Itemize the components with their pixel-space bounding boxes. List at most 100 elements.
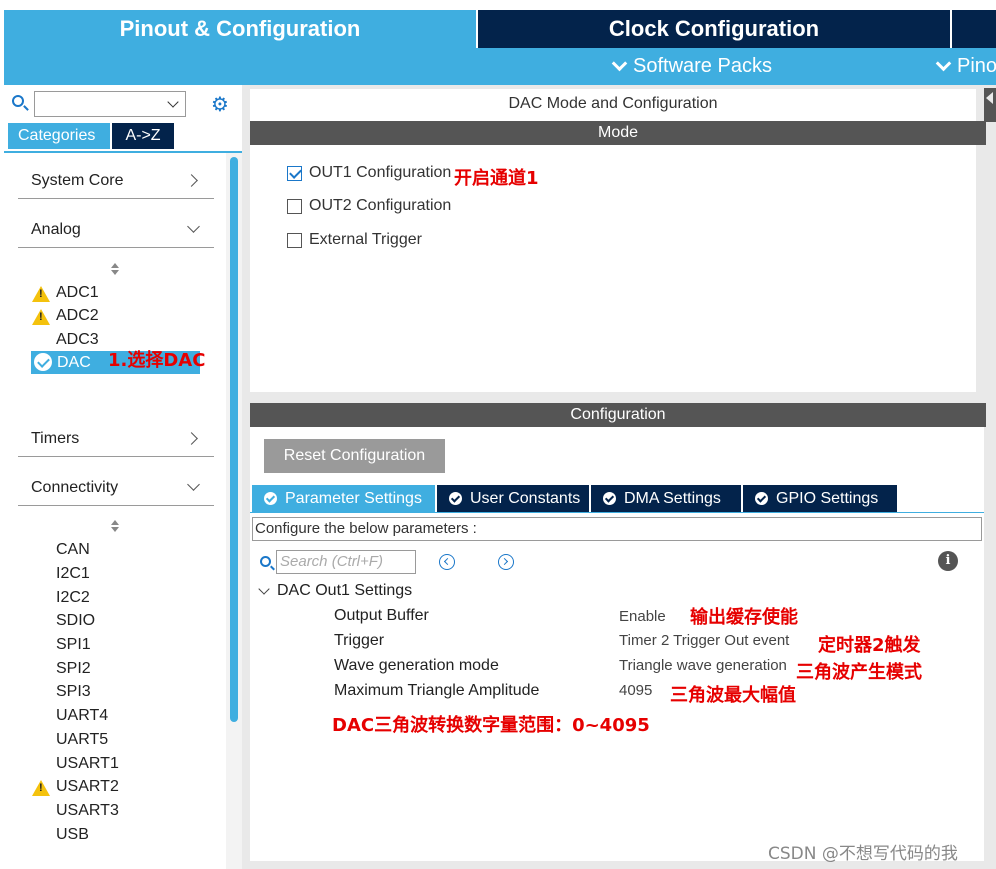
mode-panel: DAC Mode and Configuration Mode OUT1 Con… (250, 89, 986, 392)
configuration-section-header: Configuration (250, 403, 986, 427)
peripheral-adc2[interactable]: ADC2 (56, 305, 99, 327)
dac-out1-settings-group[interactable]: DAC Out1 Settings (258, 582, 412, 600)
peripheral-spi2[interactable]: SPI2 (56, 658, 91, 680)
tab-label: GPIO Settings (776, 490, 879, 507)
tab-user-constants[interactable]: User Constants (437, 485, 589, 512)
external-trigger-label: External Trigger (309, 231, 422, 248)
peripheral-adc3[interactable]: ADC3 (56, 329, 99, 351)
tab-gpio-settings[interactable]: GPIO Settings (743, 485, 897, 512)
category-timers[interactable]: Timers (18, 421, 214, 457)
mode-panel-title: DAC Mode and Configuration (508, 95, 718, 112)
tab-parameter-settings[interactable]: Parameter Settings (252, 485, 435, 512)
chevron-down-icon (258, 582, 270, 595)
parameter-tabs: Parameter Settings User Constants DMA Se… (252, 485, 897, 512)
peripheral-usart1[interactable]: USART1 (56, 753, 119, 775)
gear-icon[interactable]: ⚙ (211, 95, 231, 115)
out2-configuration-checkbox[interactable] (287, 198, 302, 214)
param-value[interactable]: 4095 (619, 682, 652, 699)
peripheral-i2c1[interactable]: I2C1 (56, 563, 90, 585)
collapse-panel-arrow-icon[interactable] (984, 88, 996, 122)
top-navigation: Pinout & Configuration Clock Configurati… (0, 0, 996, 85)
tab-pinout-configuration[interactable]: Pinout & Configuration (4, 10, 476, 48)
annotation-open-channel: 开启通道1 (454, 168, 539, 189)
software-packs-label: Software Packs (633, 55, 772, 77)
annotation-wave-mode: 三角波产生模式 (796, 662, 922, 683)
param-value[interactable]: Enable (619, 608, 666, 625)
annotation-select-dac: 1.选择DAC (108, 350, 206, 371)
tab-label: DMA Settings (624, 490, 721, 507)
tab-label: User Constants (470, 490, 581, 507)
sort-icon[interactable] (110, 520, 120, 534)
external-trigger-checkbox[interactable] (287, 232, 302, 248)
category-list: System Core Analog ADC1 ADC2 ADC3 DAC Ti… (4, 151, 242, 869)
reset-configuration-button[interactable]: Reset Configuration (264, 439, 445, 473)
main-area: DAC Mode and Configuration Mode OUT1 Con… (242, 85, 996, 869)
stm32cubemx-window: Pinout & Configuration Clock Configurati… (0, 0, 996, 869)
search-icon (260, 556, 271, 567)
pinout-menu[interactable]: Pino (935, 55, 996, 78)
peripheral-usart2[interactable]: USART2 (56, 776, 119, 798)
previous-match-icon[interactable] (439, 554, 455, 570)
param-value[interactable]: Triangle wave generation (619, 657, 787, 674)
warning-icon (32, 286, 50, 302)
peripheral-spi3[interactable]: SPI3 (56, 681, 91, 703)
category-tabs: Categories A->Z (8, 123, 174, 149)
software-packs-menu[interactable]: Software Packs (611, 55, 772, 78)
peripheral-spi1[interactable]: SPI1 (56, 634, 91, 656)
param-name: Trigger (334, 632, 385, 649)
category-label: System Core (31, 172, 124, 189)
peripheral-sdio[interactable]: SDIO (56, 610, 95, 632)
peripheral-adc1[interactable]: ADC1 (56, 282, 99, 304)
category-search-combo[interactable] (34, 91, 186, 117)
tab-overflow[interactable] (952, 10, 996, 48)
peripheral-uart5[interactable]: UART5 (56, 729, 108, 751)
param-maximum-triangle-amplitude[interactable]: Maximum Triangle Amplitude 4095 (334, 682, 934, 704)
search-icon (12, 95, 24, 107)
categories-panel: ⚙ Categories A->Z System Core Analog ADC… (4, 85, 242, 869)
annotation-range: DAC三角波转换数字量范围：0~4095 (332, 715, 650, 736)
tab-dma-settings[interactable]: DMA Settings (591, 485, 741, 512)
param-output-buffer[interactable]: Output Buffer Enable (334, 607, 934, 629)
peripheral-usart3[interactable]: USART3 (56, 800, 119, 822)
sort-icon[interactable] (110, 263, 120, 277)
check-circle-icon (449, 492, 462, 505)
tab-categories[interactable]: Categories (8, 123, 110, 149)
next-match-icon[interactable] (498, 554, 514, 570)
category-system-core[interactable]: System Core (18, 163, 214, 199)
mode-section-header: Mode (250, 121, 986, 145)
annotation-amplitude: 三角波最大幅值 (670, 685, 796, 706)
tab-label: Parameter Settings (285, 490, 422, 507)
out2-configuration-option[interactable]: OUT2 Configuration (287, 196, 451, 216)
scrollbar-thumb[interactable] (230, 157, 238, 722)
sub-menu-bar: Software Packs Pino (4, 48, 996, 85)
chevron-down-icon (935, 55, 952, 72)
peripheral-dac-label: DAC (57, 354, 91, 371)
out1-configuration-option[interactable]: OUT1 Configuration (287, 163, 451, 183)
out1-configuration-checkbox[interactable] (287, 165, 302, 181)
category-analog[interactable]: Analog (18, 212, 214, 248)
chevron-down-icon (611, 55, 628, 72)
warning-icon (32, 780, 50, 796)
peripheral-i2c2[interactable]: I2C2 (56, 587, 90, 609)
tab-clock-configuration[interactable]: Clock Configuration (478, 10, 950, 48)
peripheral-can[interactable]: CAN (56, 539, 90, 561)
check-circle-icon (755, 492, 768, 505)
check-circle-icon (264, 492, 277, 505)
param-name: Output Buffer (334, 607, 429, 624)
param-value[interactable]: Timer 2 Trigger Out event (619, 632, 789, 649)
peripheral-uart4[interactable]: UART4 (56, 705, 108, 727)
warning-icon (32, 309, 50, 325)
tab-a-to-z[interactable]: A->Z (112, 123, 174, 149)
external-trigger-option[interactable]: External Trigger (287, 230, 422, 250)
out1-configuration-label: OUT1 Configuration (309, 164, 452, 181)
category-label: Timers (31, 430, 80, 447)
param-name: Wave generation mode (334, 657, 499, 674)
info-icon[interactable]: i (938, 551, 958, 571)
check-circle-icon (34, 353, 52, 371)
configure-hint: Configure the below parameters : (252, 517, 982, 541)
chevron-right-icon (185, 432, 198, 445)
peripheral-usb[interactable]: USB (56, 824, 89, 846)
parameter-search-input[interactable]: Search (Ctrl+F) (276, 550, 416, 574)
chevron-down-icon[interactable] (167, 96, 179, 108)
category-connectivity[interactable]: Connectivity (18, 470, 214, 506)
